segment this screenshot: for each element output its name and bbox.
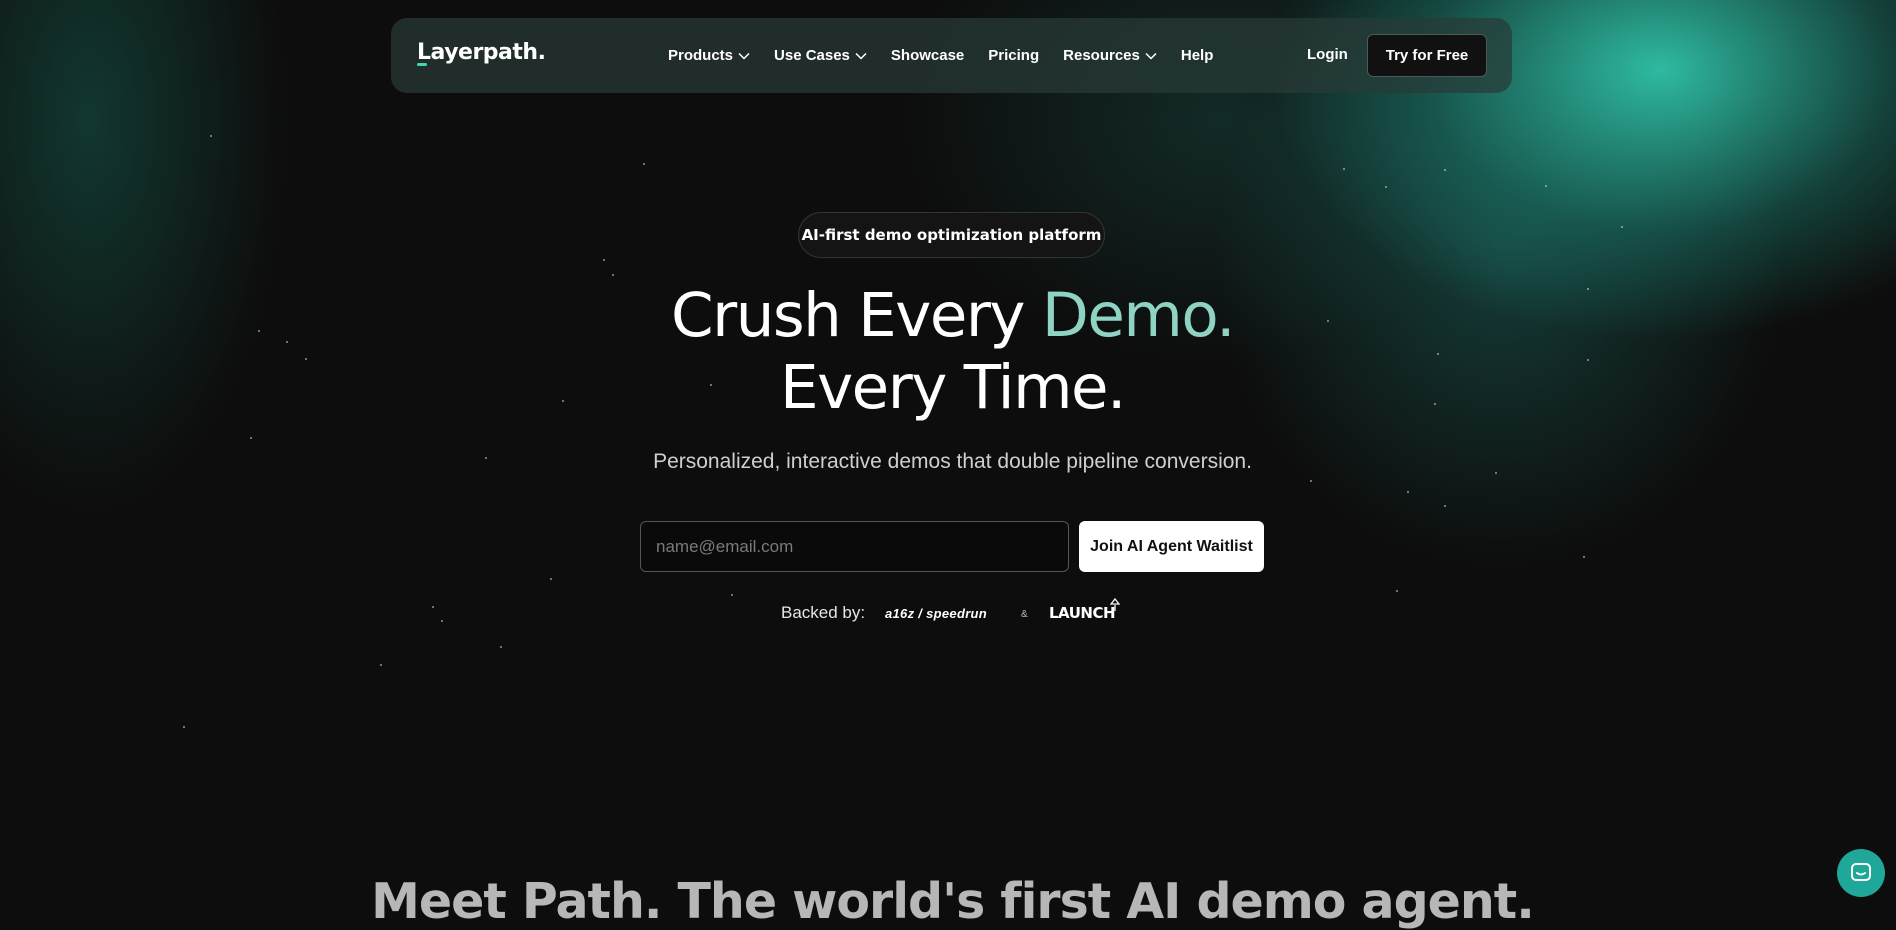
star [250, 437, 252, 439]
star [1621, 226, 1623, 228]
chat-bubble-icon [1851, 863, 1871, 881]
star [1310, 480, 1312, 482]
brand-logo[interactable]: Layerpath. [417, 40, 546, 65]
nav-item-label: Resources [1063, 47, 1140, 64]
star [1545, 185, 1547, 187]
nav-item-label: Use Cases [774, 47, 850, 64]
nav-item-products[interactable]: Products [668, 47, 750, 64]
star [500, 646, 502, 648]
hero-subtitle: Personalized, interactive demos that dou… [653, 450, 1252, 473]
star [1444, 169, 1446, 171]
a16z-speedrun-logo: a16z / speedrun [885, 606, 988, 621]
nav-item-label: Pricing [988, 47, 1040, 64]
chat-widget-button[interactable] [1837, 849, 1885, 897]
star [380, 664, 382, 666]
nav-item-help[interactable]: Help [1181, 47, 1214, 64]
nav-item-label: Help [1180, 47, 1214, 64]
headline-accent: Demo. [1041, 280, 1236, 351]
star [550, 578, 552, 580]
hero-headline: Crush Every Demo. Every Time. [0, 280, 1896, 424]
star [643, 163, 645, 165]
star [731, 594, 733, 596]
headline-text: Crush Every [671, 280, 1042, 351]
backer-separator: & [1021, 609, 1028, 620]
star [1343, 168, 1345, 170]
hero-badge: AI-first demo optimization platform [798, 212, 1105, 258]
nav-item-use-cases[interactable]: Use Cases [774, 47, 867, 64]
nav-item-showcase[interactable]: Showcase [891, 47, 964, 64]
nav-item-label: Products [668, 47, 734, 64]
star [603, 259, 605, 261]
nav-menu: Products Use Cases Showcase Pricing Reso… [668, 18, 1237, 93]
launch-arrow-icon [1110, 598, 1120, 611]
star [1407, 491, 1409, 493]
chevron-down-icon [855, 52, 867, 60]
star [1583, 556, 1585, 558]
section-heading: Meet Path. The world's first AI demo age… [371, 873, 1535, 930]
star [210, 135, 212, 137]
try-for-free-button[interactable]: Try for Free [1367, 34, 1487, 77]
star [432, 606, 434, 608]
backed-by-label: Backed by: [781, 603, 866, 622]
star [1396, 590, 1398, 592]
star [441, 620, 443, 622]
chevron-down-icon [1145, 52, 1157, 60]
launch-logo: LAUNCH [1049, 604, 1116, 622]
star [1444, 505, 1446, 507]
join-waitlist-button[interactable]: Join AI Agent Waitlist [1079, 521, 1264, 572]
star [183, 726, 185, 728]
logo-accent-mark [417, 63, 427, 66]
star [1385, 186, 1387, 188]
headline-line2: Every Time. [780, 352, 1126, 423]
top-navbar: Layerpath. Products Use Cases Showcase P… [391, 18, 1512, 93]
chevron-down-icon [738, 52, 750, 60]
nav-item-resources[interactable]: Resources [1063, 47, 1157, 64]
nav-item-label: Showcase [890, 47, 965, 64]
login-link[interactable]: Login [1307, 46, 1348, 63]
nav-item-pricing[interactable]: Pricing [988, 47, 1039, 64]
email-input[interactable] [640, 521, 1069, 572]
star [612, 274, 614, 276]
